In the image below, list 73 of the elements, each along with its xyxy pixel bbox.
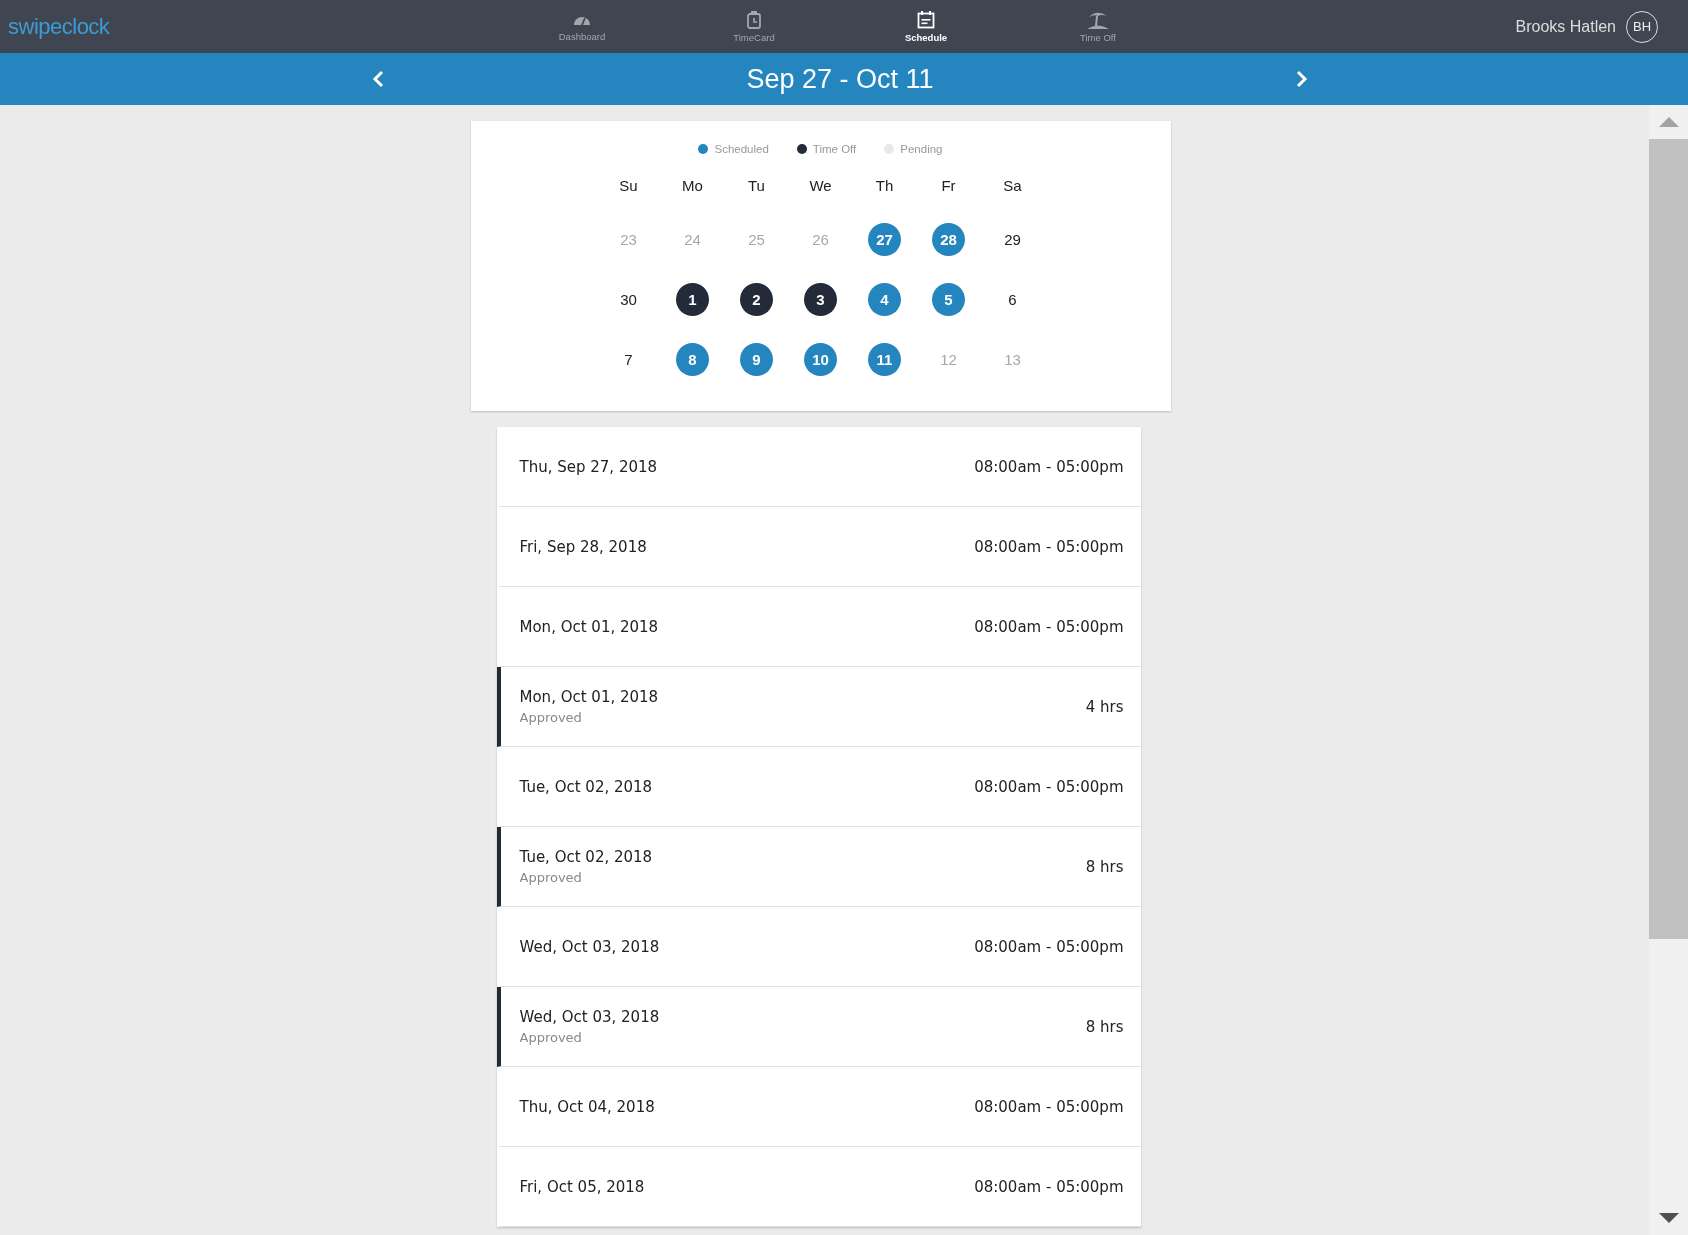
- user-name[interactable]: Brooks Hatlen: [1515, 17, 1616, 36]
- calendar-day[interactable]: 1: [676, 282, 709, 316]
- calendar-day[interactable]: 5: [932, 282, 965, 316]
- nav-tab[interactable]: Schedule: [840, 0, 1012, 53]
- entry-value: 08:00am - 05:00pm: [974, 457, 1124, 476]
- entry-value: 08:00am - 05:00pm: [974, 537, 1124, 556]
- calendar-day[interactable]: 4: [868, 282, 901, 316]
- nav-tab[interactable]: Dashboard: [496, 0, 668, 53]
- legend-label: Time Off: [812, 143, 857, 155]
- calendar-day[interactable]: 28: [932, 222, 965, 256]
- entry-date: Fri, Oct 05, 2018: [519, 1177, 645, 1196]
- entry-value: 8 hrs: [1085, 1017, 1124, 1036]
- scroll-up-icon[interactable]: [1658, 117, 1679, 127]
- scroll-down-icon[interactable]: [1658, 1213, 1679, 1223]
- entry-date: Tue, Oct 02, 2018: [519, 777, 653, 796]
- schedule-row[interactable]: Mon, Oct 01, 2018 Approved 4 hrs: [496, 667, 1141, 747]
- entry-status: Approved: [519, 710, 583, 725]
- calendar-day[interactable]: 11: [868, 342, 901, 376]
- weekday-label: We: [808, 177, 833, 196]
- schedule-row[interactable]: Wed, Oct 03, 2018 Approved 8 hrs: [496, 987, 1141, 1067]
- schedule-row[interactable]: Thu, Sep 27, 2018 08:00am - 05:00pm: [496, 427, 1141, 507]
- nav-tab[interactable]: Time Off: [1012, 0, 1184, 53]
- weekday-label: Sa: [1002, 177, 1023, 196]
- weekday-label: Mo: [681, 177, 704, 196]
- nav-tab[interactable]: TimeCard: [668, 0, 840, 53]
- schedule-row[interactable]: Mon, Oct 01, 2018 08:00am - 05:00pm: [496, 587, 1141, 667]
- calendar-day[interactable]: 29: [996, 222, 1029, 256]
- weekday-label: Su: [618, 177, 639, 196]
- next-icon[interactable]: [1296, 70, 1308, 88]
- legend-label: Scheduled: [714, 143, 769, 155]
- entry-date: Mon, Oct 01, 2018: [519, 688, 659, 706]
- entry-date: Thu, Oct 04, 2018: [519, 1097, 655, 1116]
- entry-value: 08:00am - 05:00pm: [974, 1177, 1124, 1196]
- previous-icon[interactable]: [372, 70, 384, 88]
- calendar-day[interactable]: 8: [676, 342, 709, 376]
- entry-value: 4 hrs: [1085, 697, 1124, 716]
- schedule-row[interactable]: Thu, Oct 04, 2018 08:00am - 05:00pm: [496, 1067, 1141, 1147]
- entry-value: 08:00am - 05:00pm: [974, 937, 1124, 956]
- calendar-day[interactable]: 10: [804, 342, 837, 376]
- period-title: Sep 27 - Oct 11: [746, 63, 934, 95]
- entry-value: 08:00am - 05:00pm: [974, 777, 1124, 796]
- calendar-day[interactable]: 6: [996, 282, 1029, 316]
- entry-value: 08:00am - 05:00pm: [974, 617, 1124, 636]
- palm-tree-icon: [1087, 10, 1109, 29]
- weekday-label: Th: [874, 177, 895, 196]
- schedule-row[interactable]: Tue, Oct 02, 2018 Approved 8 hrs: [496, 827, 1141, 907]
- weekday-label: Fr: [940, 177, 957, 196]
- schedule-row[interactable]: Wed, Oct 03, 2018 08:00am - 05:00pm: [496, 907, 1141, 987]
- calendar-day[interactable]: 27: [868, 222, 901, 256]
- calendar-day[interactable]: 9: [740, 342, 773, 376]
- legend-label: Pending: [900, 143, 943, 155]
- entry-value: 08:00am - 05:00pm: [974, 1097, 1124, 1116]
- schedule-row[interactable]: Fri, Sep 28, 2018 08:00am - 05:00pm: [496, 507, 1141, 587]
- entry-status: Approved: [519, 1030, 583, 1045]
- schedule-row[interactable]: Fri, Oct 05, 2018 08:00am - 05:00pm: [496, 1147, 1141, 1227]
- calendar-day[interactable]: 3: [804, 282, 837, 316]
- entry-value: 8 hrs: [1085, 857, 1124, 876]
- calendar-day[interactable]: 2: [740, 282, 773, 316]
- entry-status: Approved: [519, 870, 583, 885]
- calendar-day[interactable]: 30: [612, 282, 645, 316]
- schedule-row[interactable]: Tue, Oct 02, 2018 08:00am - 05:00pm: [496, 747, 1141, 827]
- entry-date: Thu, Sep 27, 2018: [519, 457, 658, 476]
- entry-date: Fri, Sep 28, 2018: [519, 537, 647, 556]
- scrollbar[interactable]: [1649, 105, 1688, 1235]
- calendar-day[interactable]: 7: [612, 342, 645, 376]
- entry-date: Tue, Oct 02, 2018: [519, 848, 653, 866]
- entry-date: Wed, Oct 03, 2018: [519, 1008, 660, 1026]
- entry-date: Wed, Oct 03, 2018: [519, 937, 660, 956]
- weekday-label: Tu: [747, 177, 766, 196]
- stopwatch-icon: [746, 10, 762, 29]
- entry-date: Mon, Oct 01, 2018: [519, 617, 659, 636]
- scroll-thumb[interactable]: [1649, 139, 1688, 939]
- calendar-icon: [917, 10, 935, 29]
